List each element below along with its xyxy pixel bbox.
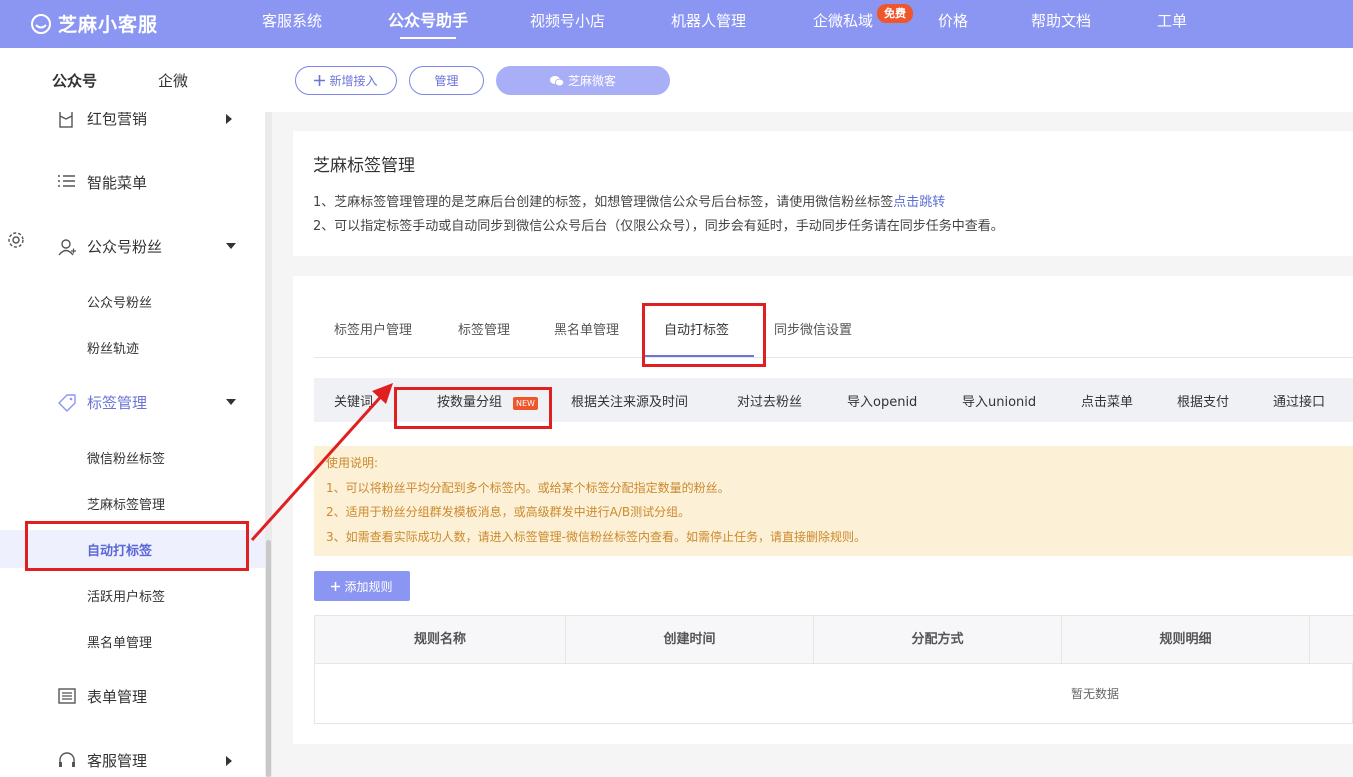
manage-button[interactable]: 管理	[409, 66, 484, 95]
notice-line-3: 3、如需查看实际成功人数，请进入标签管理-微信粉丝标签内查看。如需停止任务，请直…	[326, 530, 866, 544]
list-icon	[58, 175, 75, 187]
form-icon	[58, 688, 76, 704]
usage-notice: 使用说明: 1、可以将粉丝平均分配到多个标签内。或给某个标签分配指定数量的粉丝。…	[314, 446, 1353, 556]
user-icon	[58, 239, 76, 256]
sidebar-item-label: 芝麻标签管理	[87, 498, 166, 513]
subtab-follow-source-time[interactable]: 根据关注来源及时间	[571, 391, 688, 410]
caret-down-icon	[226, 243, 236, 249]
tab-blacklist[interactable]: 黑名单管理	[554, 319, 619, 338]
page-title: 芝麻标签管理	[313, 156, 415, 176]
sidebar-menu-red-packet[interactable]: 红包营销	[0, 112, 265, 138]
nav-pricing[interactable]: 价格	[938, 0, 968, 48]
sidebar-label-customer-service: 客服管理	[87, 752, 148, 770]
notice-title: 使用说明:	[326, 456, 379, 470]
settings-gear-icon[interactable]	[7, 231, 25, 249]
tab-tag-users[interactable]: 标签用户管理	[334, 319, 412, 338]
brand-logo[interactable]: 芝麻小客服	[30, 10, 158, 37]
tab-gongzhonghao[interactable]: 公众号	[52, 70, 97, 91]
highlight-auto-tagging-tab	[642, 303, 766, 367]
tab-tag-management[interactable]: 标签管理	[458, 319, 510, 338]
add-rule-label: 添加规则	[344, 579, 393, 594]
jump-link[interactable]: 点击跳转	[893, 195, 945, 210]
highlight-auto-tagging-sidebar	[25, 521, 249, 571]
column-rule-details: 规则明细	[1062, 616, 1310, 663]
add-access-button[interactable]: 新增接入	[295, 66, 397, 95]
sub-header: 公众号 企微 新增接入 管理 芝麻微客	[0, 48, 1353, 112]
top-navigation-bar: 芝麻小客服 客服系统 公众号助手 视频号小店 机器人管理 企微私域 价格 帮助文…	[0, 0, 1353, 48]
subtab-import-openid[interactable]: 导入openid	[847, 391, 917, 410]
info-line-2: 2、可以指定标签手动或自动同步到微信公众号后台（仅限公众号），同步会有延时，手动…	[313, 219, 1004, 234]
subtab-via-api[interactable]: 通过接口	[1273, 391, 1325, 410]
table-header: 规则名称 创建时间 分配方式 规则明细	[315, 616, 1353, 664]
red-packet-icon	[59, 112, 73, 128]
info-line-1-text: 1、芝麻标签管理管理的是芝麻后台创建的标签，如想管理微信公众号后台标签，请使用微…	[313, 195, 894, 210]
add-rule-button[interactable]: 添加规则	[314, 571, 410, 601]
nav-enterprise-wechat[interactable]: 企微私域	[813, 0, 873, 48]
tab-divider	[314, 357, 1353, 358]
sidebar-menu-tags[interactable]: 标签管理	[0, 382, 265, 422]
caret-right-icon	[226, 756, 232, 766]
highlight-group-by-count-subtab	[394, 387, 552, 429]
sidebar-item-fans-list[interactable]: 公众号粉丝	[0, 282, 265, 320]
sidebar-menu-smart-menu[interactable]: 智能菜单	[0, 162, 265, 202]
sidebar-menu-fans[interactable]: 公众号粉丝	[0, 226, 265, 266]
nav-robot-management[interactable]: 机器人管理	[671, 0, 746, 48]
nav-video-shop[interactable]: 视频号小店	[530, 0, 605, 48]
tab-qiwei[interactable]: 企微	[158, 70, 188, 91]
sidebar-label-red-packet: 红包营销	[87, 112, 148, 128]
subtab-keyword[interactable]: 关键词	[334, 391, 373, 410]
add-access-label: 新增接入	[329, 74, 378, 88]
nav-help-docs[interactable]: 帮助文档	[1031, 0, 1091, 48]
sidebar-item-label: 公众号粉丝	[87, 296, 153, 311]
notice-line-2: 2、适用于粉丝分组群发模板消息，或高级群发中进行A/B测试分组。	[326, 505, 691, 519]
sidebar-item-fans-track[interactable]: 粉丝轨迹	[0, 328, 265, 366]
wechat-icon	[549, 75, 564, 86]
sidebar-menu-customer-service[interactable]: 客服管理	[0, 740, 265, 777]
plus-icon	[314, 75, 326, 86]
column-allocation-method: 分配方式	[814, 616, 1062, 663]
column-created-time: 创建时间	[566, 616, 814, 663]
sidebar-item-label: 微信粉丝标签	[87, 452, 166, 467]
sidebar-label-forms: 表单管理	[87, 688, 148, 706]
tag-icon	[58, 394, 76, 412]
sidebar-item-label: 活跃用户标签	[87, 590, 166, 605]
tab-sync-wechat[interactable]: 同步微信设置	[774, 319, 852, 338]
column-rule-name: 规则名称	[315, 616, 566, 663]
info-card: 芝麻标签管理 1、芝麻标签管理管理的是芝麻后台创建的标签，如想管理微信公众号后台…	[293, 131, 1353, 256]
account-selector-button[interactable]: 芝麻微客	[496, 66, 670, 95]
nav-tickets[interactable]: 工单	[1157, 0, 1187, 48]
sidebar: 红包营销 智能菜单 公众号粉丝 公众号粉丝 粉丝轨迹 标签管理 微信粉丝标签 芝…	[0, 112, 265, 777]
info-line-1: 1、芝麻标签管理管理的是芝麻后台创建的标签，如想管理微信公众号后台标签，请使用微…	[313, 191, 945, 210]
account-name: 芝麻微客	[567, 74, 616, 88]
sidebar-scrollbar-thumb[interactable]	[266, 540, 271, 777]
headset-icon	[59, 752, 75, 767]
notice-line-1: 1、可以将粉丝平均分配到多个标签内。或给某个标签分配指定数量的粉丝。	[326, 481, 730, 495]
subtab-import-unionid[interactable]: 导入unionid	[962, 391, 1036, 410]
brand-name: 芝麻小客服	[58, 14, 159, 36]
free-badge: 免费	[877, 4, 913, 23]
main-card: 标签用户管理 标签管理 黑名单管理 自动打标签 同步微信设置 关键词 按数量分组…	[293, 276, 1353, 744]
nav-kefu-system[interactable]: 客服系统	[262, 0, 322, 48]
sidebar-label-fans: 公众号粉丝	[87, 238, 163, 256]
logo-icon	[31, 13, 51, 34]
empty-state: 暂无数据	[1070, 687, 1119, 701]
sidebar-label-smart-menu: 智能菜单	[87, 174, 148, 192]
caret-right-icon	[226, 114, 232, 124]
sidebar-item-label: 黑名单管理	[87, 636, 153, 651]
nav-gzh-assistant[interactable]: 公众号助手	[388, 0, 468, 48]
sidebar-item-label: 粉丝轨迹	[87, 342, 140, 357]
subtab-past-fans[interactable]: 对过去粉丝	[737, 391, 802, 410]
plus-icon	[331, 581, 341, 591]
caret-down-icon	[226, 399, 236, 405]
sidebar-item-zhima-tag-management[interactable]: 芝麻标签管理	[0, 484, 265, 522]
sidebar-menu-forms[interactable]: 表单管理	[0, 676, 265, 716]
sidebar-item-active-user-tags[interactable]: 活跃用户标签	[0, 576, 265, 614]
sidebar-label-tags: 标签管理	[87, 394, 148, 412]
sidebar-item-wechat-fan-tags[interactable]: 微信粉丝标签	[0, 438, 265, 476]
rules-table: 规则名称 创建时间 分配方式 规则明细 暂无数据	[314, 615, 1353, 724]
subtab-click-menu[interactable]: 点击菜单	[1081, 391, 1133, 410]
active-nav-indicator	[400, 37, 456, 39]
subtab-by-payment[interactable]: 根据支付	[1177, 391, 1229, 410]
sidebar-item-blacklist[interactable]: 黑名单管理	[0, 622, 265, 660]
